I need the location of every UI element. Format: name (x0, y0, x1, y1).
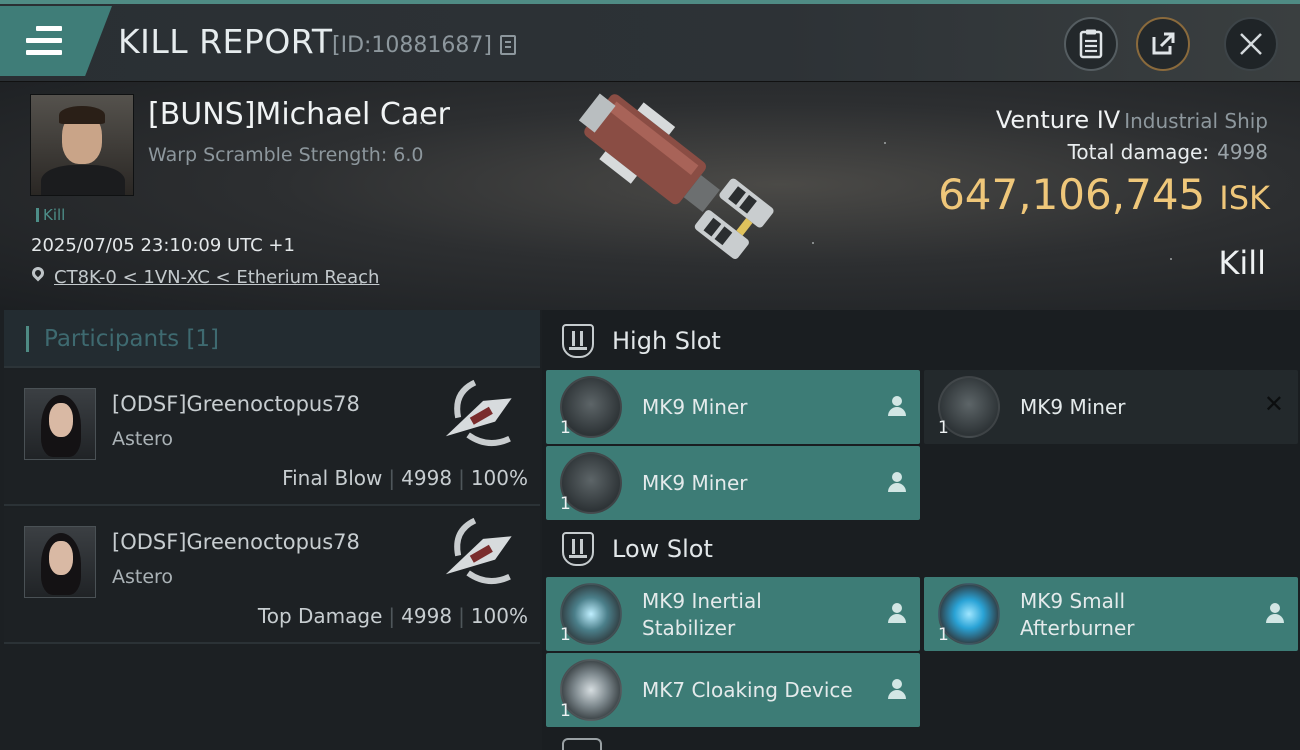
isk-value: 647,106,745 (938, 170, 1206, 219)
menu-button[interactable] (0, 6, 112, 76)
total-damage-label: Total damage: (1067, 140, 1210, 164)
location-pin-icon (29, 264, 47, 282)
page-title: KILL REPORT (118, 22, 333, 61)
clipboard-button[interactable] (1064, 17, 1118, 71)
victim-avatar[interactable] (30, 94, 134, 196)
module-name: MK7 Cloaking Device (642, 678, 853, 702)
module-name: MK9 Miner (642, 471, 748, 495)
module-quantity: 1 (938, 418, 949, 438)
module-name-line2: Afterburner (1020, 616, 1135, 640)
close-button[interactable] (1224, 17, 1278, 71)
slot-shield-icon (562, 324, 594, 358)
participant-stats: Final Blow | 4998 | 100% (282, 466, 528, 490)
participant-ship: Astero (112, 428, 174, 450)
participant-damage: 4998 (401, 604, 453, 628)
low-slot-label: Low Slot (612, 535, 713, 563)
location-link[interactable]: CT8K-0 < 1VN-XC < Etherium Reach (54, 267, 379, 288)
next-section-icon (562, 738, 602, 750)
person-icon (888, 472, 906, 492)
fitting-panel: High Slot 1 MK9 Miner 1 MK9 Miner ✕ 1 MK… (542, 310, 1300, 750)
module-name: MK9 Inertial Stabilizer (642, 588, 762, 642)
module-quantity: 1 (560, 494, 571, 514)
avatar[interactable] (24, 526, 96, 598)
clipboard-icon (1079, 29, 1103, 59)
participants-panel: Participants [1] [ODSF]Greenoctopus78 As… (0, 310, 542, 750)
victim-banner: [BUNS]Michael Caer Warp Scramble Strengt… (0, 82, 1300, 310)
share-icon (1152, 32, 1175, 55)
module-mk9-inertial-stabilizer[interactable]: 1 MK9 Inertial Stabilizer (546, 577, 920, 651)
participant-ship-icon (445, 517, 512, 584)
ship-name-text: Venture IV (995, 106, 1121, 134)
module-quantity: 1 (938, 625, 949, 645)
module-mk9-miner[interactable]: 1 MK9 Miner (546, 370, 920, 444)
module-quantity: 1 (560, 701, 571, 721)
module-quantity: 1 (560, 418, 571, 438)
module-mk9-miner[interactable]: 1 MK9 Miner (546, 446, 920, 520)
menu-icon (26, 26, 62, 62)
high-slot-label: High Slot (612, 327, 721, 355)
isk-value-row: 647,106,745 ISK (938, 170, 1270, 219)
person-icon (888, 603, 906, 623)
participants-label: Participants [1] (44, 326, 219, 352)
total-damage: Total damage: 4998 (1068, 140, 1268, 164)
total-damage-value: 4998 (1217, 140, 1268, 164)
person-icon (888, 679, 906, 699)
participant-role: Top Damage (257, 604, 383, 628)
module-mk7-cloaking-device[interactable]: 1 MK7 Cloaking Device (546, 653, 920, 727)
participant-row[interactable]: [ODSF]Greenoctopus78 Astero Final Blow | 4… (4, 370, 540, 506)
module-name-line1: MK9 Small (1020, 589, 1125, 613)
ship-name[interactable]: Venture IV Industrial Ship (996, 106, 1268, 134)
ship-class: Industrial Ship (1124, 109, 1268, 133)
person-icon (1266, 603, 1284, 623)
module-mk9-miner[interactable]: 1 MK9 Miner ✕ (924, 370, 1298, 444)
module-name: MK9 Miner (642, 395, 748, 419)
participant-ship: Astero (112, 566, 174, 588)
participant-percent: 100% (470, 466, 528, 490)
copy-icon[interactable] (500, 35, 516, 55)
person-icon (888, 396, 906, 416)
module-name-line1: MK9 Inertial (642, 589, 762, 613)
participant-row[interactable]: [ODSF]Greenoctopus78 Astero Top Damage | 4… (4, 508, 540, 644)
participant-stats: Top Damage | 4998 | 100% (257, 604, 528, 628)
participant-ship-icon (445, 379, 512, 446)
close-icon (1240, 33, 1262, 55)
participant-name: [ODSF]Greenoctopus78 (112, 392, 360, 416)
participant-role: Final Blow (282, 466, 383, 490)
report-id: [ID:10881687] (332, 33, 492, 58)
result-label: Kill (1218, 244, 1266, 282)
participant-damage: 4998 (401, 466, 453, 490)
participant-percent: 100% (470, 604, 528, 628)
top-bar: KILL REPORT [ID:10881687] (0, 0, 1300, 82)
module-name: MK9 Small Afterburner (1020, 588, 1134, 642)
victim-ship-image (578, 93, 774, 260)
module-name: MK9 Miner (1020, 395, 1126, 419)
avatar[interactable] (24, 388, 96, 460)
victim-name[interactable]: [BUNS]Michael Caer (148, 97, 450, 132)
participants-header[interactable]: Participants [1] (4, 310, 540, 368)
warp-scramble-strength: Warp Scramble Strength: 6.0 (148, 144, 424, 166)
top-accent-line (0, 0, 1300, 4)
close-icon[interactable]: ✕ (1264, 390, 1284, 418)
kill-tag: Kill (36, 206, 65, 224)
slot-shield-icon (562, 532, 594, 566)
participant-name: [ODSF]Greenoctopus78 (112, 530, 360, 554)
isk-unit: ISK (1219, 179, 1270, 217)
kill-date: 2025/07/05 23:10:09 UTC +1 (31, 235, 295, 256)
high-slot-header: High Slot (562, 312, 721, 370)
share-button[interactable] (1136, 17, 1190, 71)
module-name-line2: Stabilizer (642, 616, 736, 640)
participants-header-bar (26, 326, 29, 352)
module-mk9-small-afterburner[interactable]: 1 MK9 Small Afterburner (924, 577, 1298, 651)
module-quantity: 1 (560, 625, 571, 645)
low-slot-header: Low Slot (562, 520, 713, 578)
